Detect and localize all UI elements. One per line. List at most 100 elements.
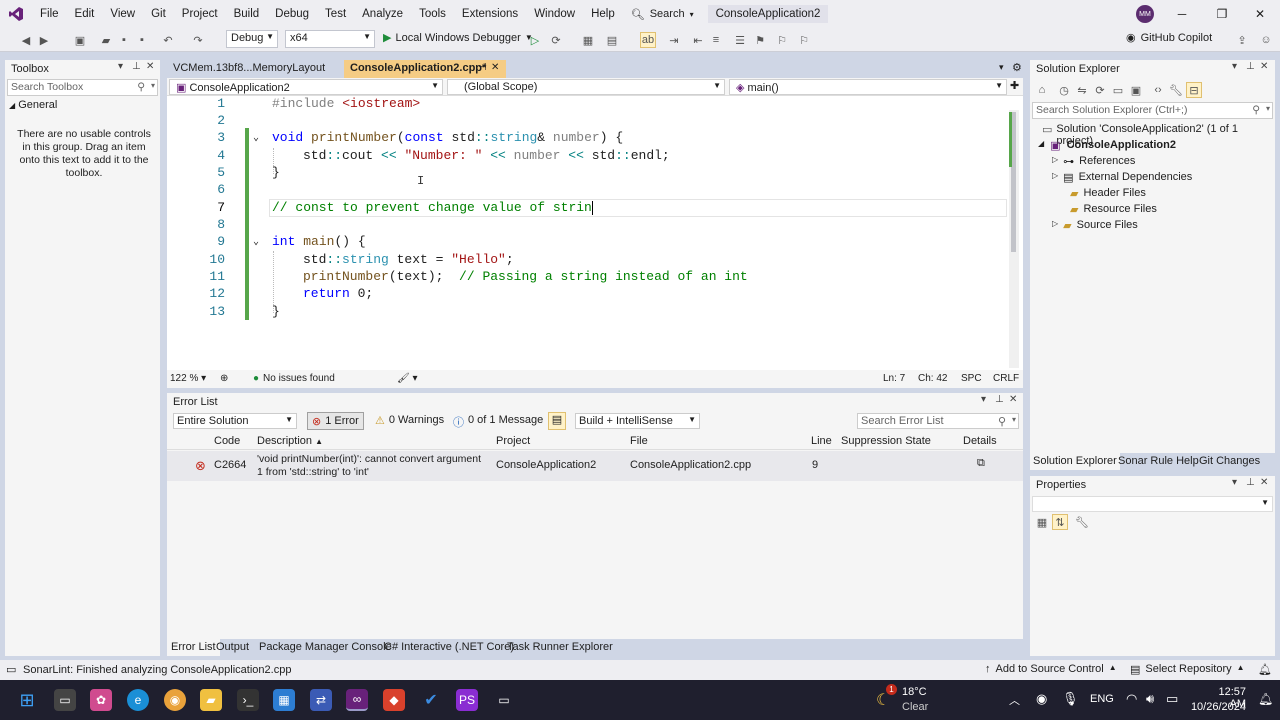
- column-suppression-state[interactable]: Suppression State: [841, 435, 931, 447]
- clock-date[interactable]: 10/26/2024: [1190, 701, 1246, 713]
- filter-icon[interactable]: ▤: [604, 32, 620, 48]
- save-all-icon[interactable]: ▪: [134, 32, 150, 48]
- minimize-icon[interactable]: ─: [1162, 0, 1202, 28]
- tree-item-project[interactable]: ◢ ▣ ConsoleApplication2: [1038, 139, 1176, 152]
- tree-item-external-dependencies[interactable]: ▷ ▤ External Dependencies: [1052, 171, 1192, 184]
- menu-project[interactable]: Project: [174, 0, 226, 28]
- task-view-icon[interactable]: ▭: [54, 689, 76, 711]
- error-list-search-input[interactable]: Search Error List ⚲ ▾: [857, 413, 1019, 429]
- gear-icon[interactable]: ⚙: [1012, 61, 1022, 74]
- pin-icon[interactable]: ⊥: [995, 394, 1004, 405]
- github-copilot-button[interactable]: ◉ GitHub Copilot: [1126, 31, 1212, 45]
- prev-bookmark-icon[interactable]: ⚐: [796, 32, 812, 48]
- menu-edit[interactable]: Edit: [67, 0, 103, 28]
- language-indicator[interactable]: ENG: [1090, 693, 1114, 705]
- menu-debug[interactable]: Debug: [267, 0, 317, 28]
- start-debugging-button[interactable]: ▶ Local Windows Debugger ▼: [383, 31, 533, 45]
- restore-icon[interactable]: ❐: [1202, 0, 1242, 28]
- errors-filter-button[interactable]: ⊗ 1 Error: [307, 412, 364, 430]
- remote-desktop-icon[interactable]: ⇄: [310, 689, 332, 711]
- outdent-icon[interactable]: ≡: [708, 32, 724, 48]
- collapse-all-icon[interactable]: ▭: [1110, 82, 1126, 98]
- tab-solution-explorer[interactable]: Solution Explorer: [1030, 453, 1120, 470]
- chevron-down-icon[interactable]: ▾: [118, 61, 123, 72]
- menu-tools[interactable]: Tools: [411, 0, 454, 28]
- column-line[interactable]: Line: [811, 435, 832, 447]
- battery-icon[interactable]: ▭: [1166, 691, 1178, 707]
- close-icon[interactable]: ✕: [1260, 61, 1268, 72]
- camera-icon[interactable]: ▭: [493, 689, 515, 711]
- pin-icon[interactable]: ⊥: [1246, 477, 1255, 488]
- editor-scrollbar[interactable]: [1009, 110, 1019, 368]
- pin-icon[interactable]: ⊣: [478, 62, 487, 73]
- close-icon[interactable]: ✕: [491, 62, 499, 73]
- git-client-icon[interactable]: ◆: [383, 689, 405, 711]
- microphone-icon[interactable]: 🎙︎: [1062, 691, 1079, 707]
- edge-icon[interactable]: e: [127, 689, 149, 711]
- undo-icon[interactable]: ↶: [160, 32, 176, 48]
- close-icon[interactable]: ✕: [1260, 477, 1268, 488]
- tab-sonar-rule-help[interactable]: Sonar Rule Help: [1118, 455, 1199, 467]
- step-icon[interactable]: ⇥: [666, 32, 682, 48]
- properties-object-select[interactable]: ▼: [1032, 496, 1273, 512]
- close-icon[interactable]: ✕: [146, 61, 154, 72]
- tab-error-list[interactable]: Error List: [167, 639, 220, 656]
- windows-start-icon[interactable]: ⊞: [16, 689, 38, 711]
- chevron-down-icon[interactable]: ▾: [981, 394, 986, 405]
- app-tray-icon[interactable]: ◉: [1036, 691, 1047, 707]
- tab-list-icon[interactable]: ▾: [999, 62, 1004, 73]
- scope-dropdown[interactable]: (Global Scope) ▼: [447, 79, 725, 95]
- collapse-icon[interactable]: ⌄: [253, 132, 259, 144]
- tab-package-manager-console[interactable]: Package Manager Console: [259, 641, 392, 653]
- column-file[interactable]: File: [630, 435, 648, 447]
- platform-select[interactable]: x64 ▼: [285, 30, 375, 48]
- chrome-icon[interactable]: ◉: [164, 689, 186, 711]
- line-ending[interactable]: CRLF: [993, 373, 1019, 384]
- tab-task-runner-explorer[interactable]: Task Runner Explorer: [507, 641, 613, 653]
- back-icon[interactable]: ◀: [18, 32, 34, 48]
- feedback-icon[interactable]: ☺: [1258, 32, 1274, 48]
- menu-build[interactable]: Build: [226, 0, 268, 28]
- menu-test[interactable]: Test: [317, 0, 354, 28]
- solution-search-input[interactable]: Search Solution Explorer (Ctrl+;) ⚲ ▾: [1032, 102, 1273, 119]
- history-icon[interactable]: ◷: [1056, 82, 1072, 98]
- member-dropdown[interactable]: ◈ main() ▼: [729, 79, 1007, 95]
- browse-icon[interactable]: ▦: [580, 32, 596, 48]
- store-icon[interactable]: ▦: [273, 689, 295, 711]
- details-icon[interactable]: ⧉: [977, 457, 985, 470]
- tab-git-changes[interactable]: Git Changes: [1199, 455, 1260, 467]
- menu-analyze[interactable]: Analyze: [354, 0, 411, 28]
- column-project[interactable]: Project: [496, 435, 530, 447]
- global-search-button[interactable]: 🔍︎ Search ▾: [623, 8, 702, 21]
- phpstorm-icon[interactable]: PS: [456, 689, 478, 711]
- close-icon[interactable]: ✕: [1009, 394, 1017, 405]
- bookmark-icon[interactable]: ⚑: [752, 32, 768, 48]
- wrench-icon[interactable]: 🔧︎: [1074, 514, 1090, 530]
- menu-window[interactable]: Window: [526, 0, 583, 28]
- split-icon[interactable]: ✚: [1010, 79, 1019, 92]
- notifications-icon[interactable]: 🔔︎: [1258, 663, 1272, 676]
- zoom-select[interactable]: 122 % ▾: [170, 373, 206, 384]
- visual-studio-taskbar-icon[interactable]: ∞: [346, 689, 368, 711]
- menu-git[interactable]: Git: [143, 0, 174, 28]
- start-without-debugging-icon[interactable]: ▷: [527, 32, 543, 48]
- home-icon[interactable]: ⌂: [1034, 82, 1050, 98]
- warnings-filter-button[interactable]: ⚠ 0 Warnings: [371, 412, 448, 430]
- file-explorer-icon[interactable]: ▰: [200, 689, 222, 711]
- todo-icon[interactable]: ✔: [420, 689, 442, 711]
- tree-item-resource-files[interactable]: ▰ Resource Files: [1070, 203, 1157, 216]
- alphabetical-icon[interactable]: ⇅: [1052, 514, 1068, 530]
- tree-item-source-files[interactable]: ▷ ▰ Source Files: [1052, 219, 1138, 232]
- whitespace-mode[interactable]: SPC: [961, 373, 982, 384]
- scope-select[interactable]: Entire Solution ▼: [173, 413, 297, 429]
- copilot-app-icon[interactable]: ✿: [90, 689, 112, 711]
- tree-item-header-files[interactable]: ▰ Header Files: [1070, 187, 1146, 200]
- open-folder-icon[interactable]: ▰: [98, 32, 114, 48]
- show-all-files-icon[interactable]: ▣: [1128, 82, 1144, 98]
- tab-vcmem[interactable]: VCMem.13bf8...MemoryLayout: [167, 60, 343, 78]
- issues-indicator[interactable]: ● No issues found: [253, 373, 335, 384]
- chevron-up-icon[interactable]: ︿: [1009, 692, 1020, 708]
- wrench-icon[interactable]: 🔧︎: [1168, 82, 1184, 98]
- table-row[interactable]: ⊗ C2664 'void printNumber(int)': cannot …: [167, 451, 1023, 481]
- indent-icon[interactable]: ⇤: [690, 32, 706, 48]
